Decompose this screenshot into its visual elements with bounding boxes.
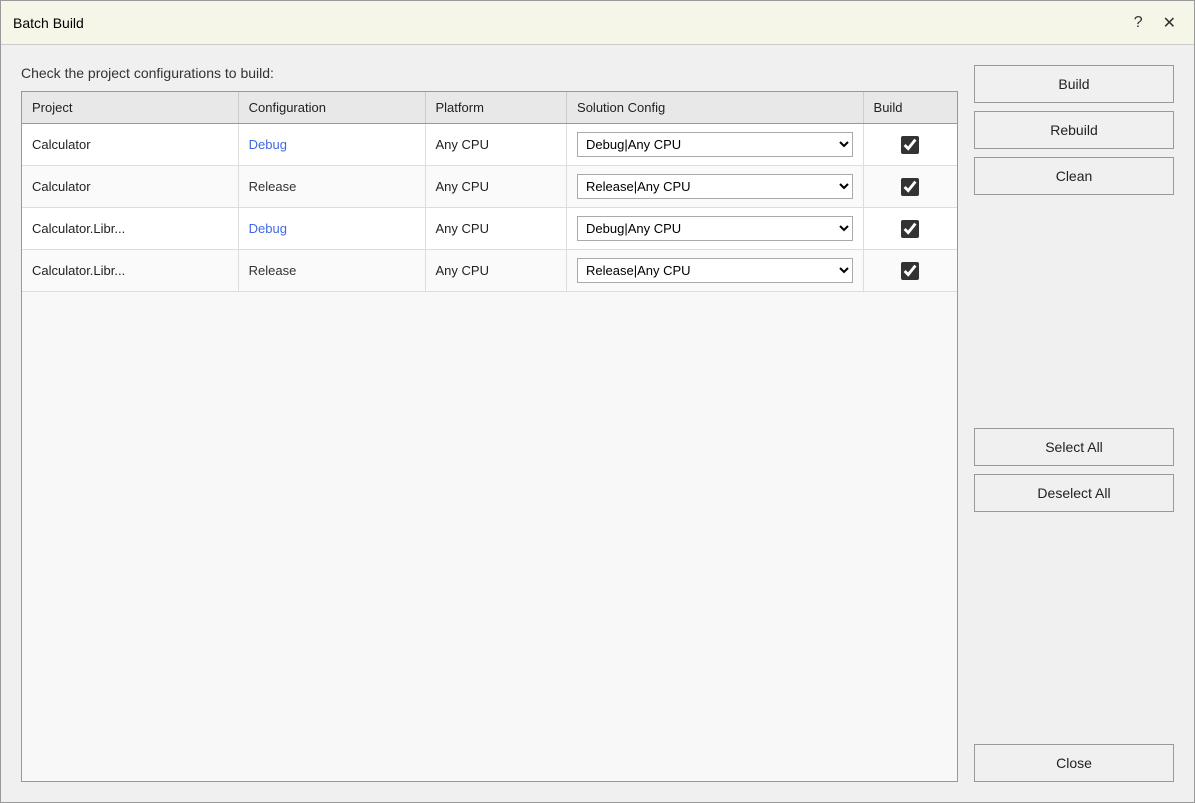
select-all-button[interactable]: Select All bbox=[974, 428, 1174, 466]
cell-platform-0: Any CPU bbox=[425, 124, 567, 166]
empty-rows-area bbox=[22, 292, 957, 781]
cell-project-2: Calculator.Libr... bbox=[22, 208, 238, 250]
close-title-button[interactable]: ✕ bbox=[1157, 11, 1182, 35]
build-checkbox-3[interactable] bbox=[901, 262, 919, 280]
cell-platform-1: Any CPU bbox=[425, 166, 567, 208]
close-button[interactable]: Close bbox=[974, 744, 1174, 782]
spacer-bottom bbox=[974, 520, 1174, 737]
dialog-title: Batch Build bbox=[13, 15, 84, 31]
cell-platform-3: Any CPU bbox=[425, 250, 567, 292]
table-row: Calculator.Libr... Release Any CPU Debug… bbox=[22, 250, 957, 292]
rebuild-button[interactable]: Rebuild bbox=[974, 111, 1174, 149]
col-project: Project bbox=[22, 92, 238, 124]
cell-build-3[interactable] bbox=[863, 250, 957, 292]
col-platform: Platform bbox=[425, 92, 567, 124]
table-row: Calculator.Libr... Debug Any CPU Debug|A… bbox=[22, 208, 957, 250]
table-header-row: Project Configuration Platform Solution … bbox=[22, 92, 957, 124]
solution-config-select-3[interactable]: Debug|Any CPU Release|Any CPU bbox=[577, 258, 853, 283]
clean-button[interactable]: Clean bbox=[974, 157, 1174, 195]
configurations-table: Project Configuration Platform Solution … bbox=[22, 92, 957, 292]
solution-config-select-2[interactable]: Debug|Any CPU Release|Any CPU bbox=[577, 216, 853, 241]
cell-build-1[interactable] bbox=[863, 166, 957, 208]
instruction-text: Check the project configurations to buil… bbox=[21, 65, 958, 81]
col-solution-config: Solution Config bbox=[567, 92, 864, 124]
table-row: Calculator Debug Any CPU Debug|Any CPU R… bbox=[22, 124, 957, 166]
spacer bbox=[974, 203, 1174, 420]
build-button[interactable]: Build bbox=[974, 65, 1174, 103]
cell-configuration-1: Release bbox=[238, 166, 425, 208]
cell-solution-config-1[interactable]: Debug|Any CPU Release|Any CPU bbox=[567, 166, 864, 208]
solution-config-select-1[interactable]: Debug|Any CPU Release|Any CPU bbox=[577, 174, 853, 199]
cell-solution-config-3[interactable]: Debug|Any CPU Release|Any CPU bbox=[567, 250, 864, 292]
right-panel-inner: Build Rebuild Clean Select All Deselect … bbox=[974, 65, 1174, 782]
build-checkbox-0[interactable] bbox=[901, 136, 919, 154]
solution-config-select-0[interactable]: Debug|Any CPU Release|Any CPU bbox=[577, 132, 853, 157]
title-bar-right: ? ✕ bbox=[1128, 11, 1182, 35]
deselect-all-button[interactable]: Deselect All bbox=[974, 474, 1174, 512]
build-checkbox-1[interactable] bbox=[901, 178, 919, 196]
cell-project-0: Calculator bbox=[22, 124, 238, 166]
cell-solution-config-0[interactable]: Debug|Any CPU Release|Any CPU bbox=[567, 124, 864, 166]
col-build: Build bbox=[863, 92, 957, 124]
build-checkbox-2[interactable] bbox=[901, 220, 919, 238]
left-panel: Check the project configurations to buil… bbox=[21, 65, 958, 782]
cell-project-3: Calculator.Libr... bbox=[22, 250, 238, 292]
cell-configuration-3: Release bbox=[238, 250, 425, 292]
right-panel: Build Rebuild Clean Select All Deselect … bbox=[974, 65, 1174, 782]
cell-build-2[interactable] bbox=[863, 208, 957, 250]
cell-build-0[interactable] bbox=[863, 124, 957, 166]
title-bar: Batch Build ? ✕ bbox=[1, 1, 1194, 45]
cell-project-1: Calculator bbox=[22, 166, 238, 208]
batch-build-dialog: Batch Build ? ✕ Check the project config… bbox=[0, 0, 1195, 803]
cell-configuration-0: Debug bbox=[238, 124, 425, 166]
cell-configuration-2: Debug bbox=[238, 208, 425, 250]
cell-platform-2: Any CPU bbox=[425, 208, 567, 250]
cell-solution-config-2[interactable]: Debug|Any CPU Release|Any CPU bbox=[567, 208, 864, 250]
help-button[interactable]: ? bbox=[1128, 12, 1149, 34]
table-row: Calculator Release Any CPU Debug|Any CPU… bbox=[22, 166, 957, 208]
col-configuration: Configuration bbox=[238, 92, 425, 124]
title-bar-left: Batch Build bbox=[13, 15, 84, 31]
table-container: Project Configuration Platform Solution … bbox=[21, 91, 958, 782]
dialog-body: Check the project configurations to buil… bbox=[1, 45, 1194, 802]
